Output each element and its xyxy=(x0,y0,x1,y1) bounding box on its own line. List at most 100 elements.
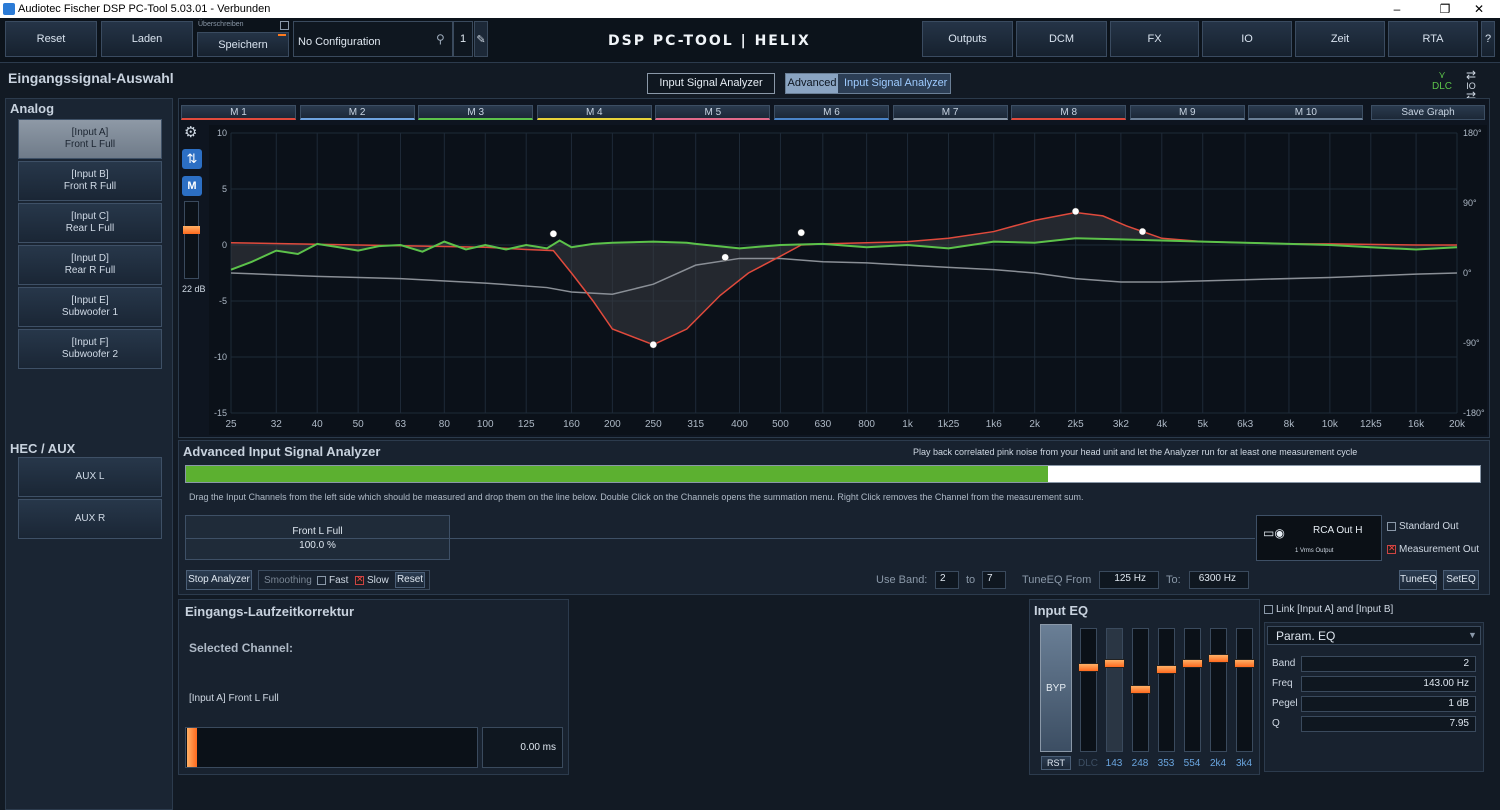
io-toggle-icon[interactable]: ⇄ IO ⇄ xyxy=(1466,69,1476,102)
eq-handle[interactable] xyxy=(549,230,558,238)
eq-fader-knob[interactable] xyxy=(1234,659,1255,668)
settings-gear-icon[interactable]: ⚙ xyxy=(184,123,197,141)
measurement-tab-10[interactable]: M 10 xyxy=(1248,105,1364,120)
eq-fader-3[interactable] xyxy=(1156,628,1177,752)
eq-fader-knob[interactable] xyxy=(1104,659,1125,668)
eq-fader-2[interactable] xyxy=(1130,628,1151,752)
eq-reset-button[interactable]: RST xyxy=(1041,756,1071,770)
zeit-button[interactable]: Zeit xyxy=(1295,21,1385,57)
config-number[interactable]: 1 xyxy=(453,21,473,57)
advanced-tag: Advanced xyxy=(786,74,838,93)
search-icon[interactable]: ⚲ xyxy=(436,32,445,46)
save-button[interactable]: Speichern xyxy=(197,32,289,57)
eq-handle[interactable] xyxy=(1138,227,1147,236)
eq-handle[interactable] xyxy=(649,340,658,349)
maximize-icon[interactable]: ❐ xyxy=(1428,0,1462,18)
measurement-out-option[interactable]: Measurement Out xyxy=(1387,543,1479,555)
measurement-tab-6[interactable]: M 6 xyxy=(774,105,889,120)
input-f-button[interactable]: [Input F] Subwoofer 2 xyxy=(18,329,162,369)
eq-type-select[interactable]: Param. EQ xyxy=(1267,626,1481,645)
eq-fader-knob[interactable] xyxy=(1156,665,1177,674)
fast-option[interactable]: Fast xyxy=(317,575,348,586)
input-d-button[interactable]: [Input D] Rear R Full xyxy=(18,245,162,285)
help-button[interactable]: ? xyxy=(1481,21,1495,57)
advanced-analyzer-button[interactable]: Advanced Input Signal Analyzer xyxy=(785,73,951,94)
input-c-button[interactable]: [Input C] Rear L Full xyxy=(18,203,162,243)
band-to-field[interactable]: 7 xyxy=(982,571,1006,589)
eq-fader-knob[interactable] xyxy=(1182,659,1203,668)
measurement-tab-2[interactable]: M 2 xyxy=(299,105,415,120)
minimize-icon[interactable]: – xyxy=(1380,0,1414,18)
x-tick-label: 1k25 xyxy=(938,419,960,430)
measurement-out-checkbox[interactable] xyxy=(1387,543,1396,554)
delay-value[interactable]: 0.00 ms xyxy=(482,727,563,768)
stop-analyzer-button[interactable]: Stop Analyzer xyxy=(186,570,252,590)
band-field[interactable]: 2 xyxy=(1301,656,1476,672)
edit-icon[interactable]: ✎ xyxy=(474,21,488,57)
db-slider-knob[interactable] xyxy=(183,226,200,234)
input-b-button[interactable]: [Input B] Front R Full xyxy=(18,161,162,201)
measurement-tab-1[interactable]: M 1 xyxy=(181,105,296,120)
eq-fader-dlc[interactable] xyxy=(1078,628,1099,752)
smoothing-reset-button[interactable]: Reset xyxy=(395,572,425,588)
fast-checkbox[interactable] xyxy=(317,575,326,585)
eq-fader-knob[interactable] xyxy=(1078,663,1099,672)
delay-slider[interactable] xyxy=(185,727,478,768)
reset-button[interactable]: Reset xyxy=(5,21,97,57)
freq-field[interactable]: 143.00 Hz xyxy=(1301,676,1476,692)
link-inputs-checkbox[interactable] xyxy=(1264,604,1273,614)
save-graph-button[interactable]: Save Graph xyxy=(1371,105,1485,120)
eq-fader-5[interactable] xyxy=(1208,628,1229,752)
measurement-tab-7[interactable]: M 7 xyxy=(892,105,1008,120)
input-e-button[interactable]: [Input E] Subwoofer 1 xyxy=(18,287,162,327)
measurement-tab-4[interactable]: M 4 xyxy=(536,105,652,120)
link-inputs-option[interactable]: Link [Input A] and [Input B] xyxy=(1264,604,1393,615)
eq-fader-knob[interactable] xyxy=(1130,685,1151,694)
measurement-tab-5[interactable]: M 5 xyxy=(655,105,771,120)
fx-button[interactable]: FX xyxy=(1110,21,1199,57)
slow-checkbox[interactable] xyxy=(355,574,364,585)
q-field[interactable]: 7.95 xyxy=(1301,716,1476,732)
io-button[interactable]: IO xyxy=(1202,21,1292,57)
close-icon[interactable]: ✕ xyxy=(1462,0,1496,18)
measurement-channel-slot[interactable]: Front L Full 100.0 % xyxy=(185,515,450,560)
eq-fader-knob[interactable] xyxy=(1208,654,1229,663)
m-toggle-button[interactable]: M xyxy=(182,176,202,196)
chevron-down-icon[interactable]: ▼ xyxy=(1468,630,1477,640)
delay-slider-knob[interactable] xyxy=(187,728,197,767)
measurement-tab-9[interactable]: M 9 xyxy=(1129,105,1245,120)
rta-button[interactable]: RTA xyxy=(1388,21,1478,57)
set-eq-button[interactable]: SetEQ xyxy=(1443,570,1479,590)
db-slider[interactable] xyxy=(183,201,200,279)
aux-l-button[interactable]: AUX L xyxy=(18,457,162,497)
tune-to-field[interactable]: 6300 Hz xyxy=(1189,571,1249,589)
band-from-field[interactable]: 2 xyxy=(935,571,959,589)
tune-from-field[interactable]: 125 Hz xyxy=(1099,571,1159,589)
eq-fader-6[interactable] xyxy=(1234,628,1255,752)
standard-out-checkbox[interactable] xyxy=(1387,521,1396,531)
eq-fader-4[interactable] xyxy=(1182,628,1203,752)
measurement-tab-3[interactable]: M 3 xyxy=(418,105,534,120)
dcm-button[interactable]: DCM xyxy=(1016,21,1107,57)
config-name-field[interactable]: No Configuration xyxy=(293,21,453,57)
tune-eq-button[interactable]: TuneEQ xyxy=(1399,570,1437,590)
frequency-response-graph[interactable]: 25 32 40 50 63 80 100 125 160 200 250 315 400 500 630 8… xyxy=(209,125,1487,435)
eq-handle[interactable] xyxy=(1071,207,1080,216)
input-b-name: Front R Full xyxy=(63,181,117,192)
overwrite-checkbox[interactable] xyxy=(280,21,289,30)
measurement-tab-8[interactable]: M 8 xyxy=(1011,105,1127,120)
dlc-icon[interactable]: ⋎ DLC xyxy=(1432,70,1452,92)
aux-r-button[interactable]: AUX R xyxy=(18,499,162,539)
sort-arrows-icon[interactable]: ⇅ xyxy=(182,149,202,169)
slow-option[interactable]: Slow xyxy=(355,574,389,586)
eq-handle[interactable] xyxy=(721,253,729,262)
load-button[interactable]: Laden xyxy=(101,21,193,57)
input-a-button[interactable]: [Input A] Front L Full xyxy=(18,119,162,159)
input-signal-analyzer-button[interactable]: Input Signal Analyzer xyxy=(647,73,775,94)
eq-handle[interactable] xyxy=(797,228,805,237)
pegel-field[interactable]: 1 dB xyxy=(1301,696,1476,712)
eq-fader-1[interactable] xyxy=(1104,628,1125,752)
bypass-button[interactable]: BYP xyxy=(1040,624,1072,752)
standard-out-option[interactable]: Standard Out xyxy=(1387,521,1458,532)
outputs-button[interactable]: Outputs xyxy=(922,21,1013,57)
